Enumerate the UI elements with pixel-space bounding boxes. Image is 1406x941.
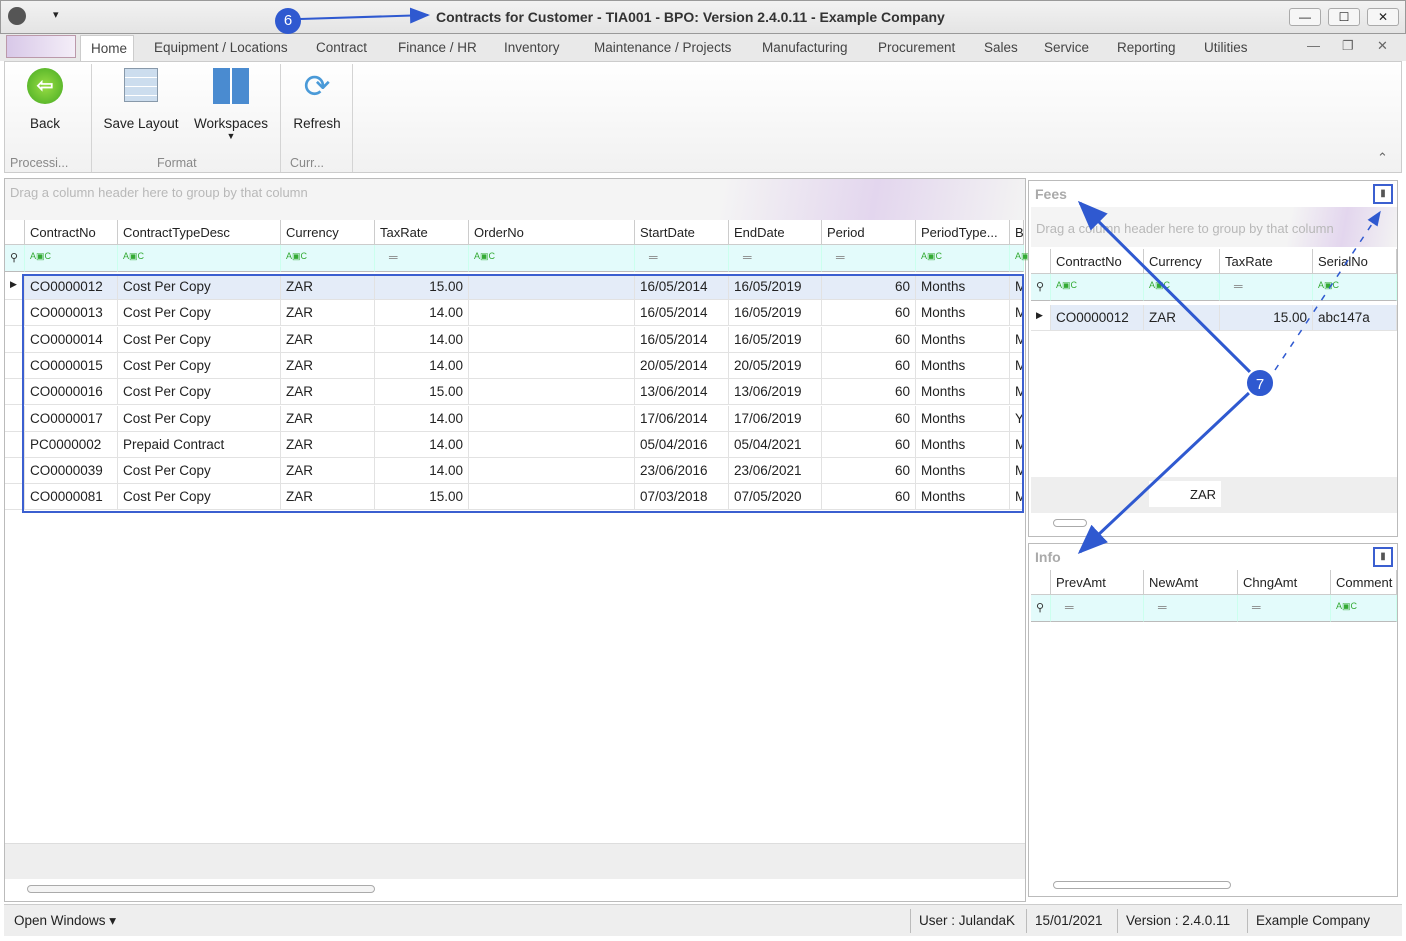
annotation-7-arrow-pin (1274, 210, 1381, 371)
annotation-7-badge: 7 (1245, 368, 1275, 398)
annotation-7-arrow-info (1077, 390, 1252, 555)
annotation-6-badge: 6 (275, 8, 301, 34)
annotation-6-arrow (299, 7, 430, 24)
annotation-7-arrow-fees (1077, 200, 1252, 374)
annotation-arrows (299, 7, 1381, 555)
